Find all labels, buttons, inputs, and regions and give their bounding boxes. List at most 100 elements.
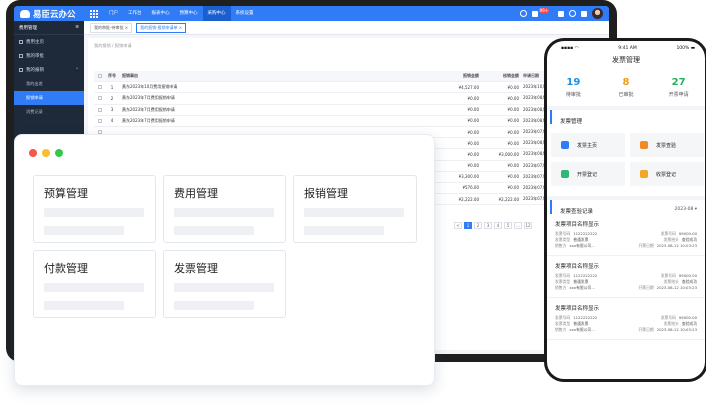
tab-approvals[interactable]: 我的审批-待审批 × — [90, 22, 133, 33]
page-button[interactable]: 3 — [484, 222, 492, 229]
module-card-payment[interactable]: 付款管理 — [33, 250, 156, 318]
table-row[interactable]: 2 黄东2023年7月费用报销申请 ¥0.00 ¥0.00 2023年08月... — [94, 93, 559, 105]
placeholder-bar — [44, 283, 144, 292]
placeholder-bar — [174, 301, 254, 310]
nav-workbench[interactable]: 工作台 — [123, 6, 147, 21]
row-amount: ¥0.00 — [467, 107, 479, 113]
search-icon[interactable] — [519, 10, 527, 17]
page-button[interactable]: 1 — [464, 222, 472, 229]
row-written-off: ¥2,222.00 — [498, 196, 519, 202]
action-receive-register[interactable]: 收票登记 — [630, 162, 704, 186]
nav-reports[interactable]: 报表中心 — [147, 6, 175, 21]
row-amount: ¥0.00 — [467, 95, 479, 101]
sidebar-item-approvals[interactable]: 我的审批 — [14, 49, 84, 63]
stat-requests[interactable]: 27 开票申请 — [654, 77, 704, 98]
row-checkbox[interactable] — [94, 85, 106, 90]
table-row[interactable]: 4 黄东2023年7月费用报销申请 ¥0.00 ¥0.00 2023年08月... — [94, 116, 559, 127]
topbar-actions: 99+ — [519, 8, 603, 19]
sidebar-subitem-trips[interactable]: 我的出差 — [14, 77, 84, 91]
action-issue-register[interactable]: 开票登记 — [551, 162, 625, 186]
status-time: 9:41 AM — [618, 45, 637, 51]
row-number: 2 — [110, 95, 114, 101]
row-written-off: ¥0.00 — [507, 174, 519, 180]
mobile-device-frame: ▪▪▪▪ ◠ 9:41 AM 100% ▬ 发票管理 19 待审批 8 已审批 … — [544, 38, 706, 382]
status-bar: ▪▪▪▪ ◠ 9:41 AM 100% ▬ — [547, 41, 705, 51]
card-title: 费用管理 — [174, 187, 218, 200]
row-written-off: ¥0.00 — [507, 84, 519, 90]
record-line: 销售方 xxx有限公司... 开票日期 2023-08-12 10:03:23 — [555, 243, 697, 248]
notification-badge: 99+ — [538, 8, 549, 13]
record-title: 发票项目名称显示 — [555, 306, 600, 312]
action-invoice-home[interactable]: 发票主页 — [551, 133, 625, 157]
sidebar-item-label: 我的报销 — [26, 68, 44, 73]
placeholder-bar — [174, 226, 254, 235]
row-checkbox[interactable] — [94, 107, 106, 112]
invoice-record[interactable]: 发票项目名称显示 发票号码 1122222222 发票号码 ¥9000.00 发票类型 普通… — [547, 214, 705, 256]
sidebar-subitem-apply[interactable]: 报销申请 — [14, 91, 84, 105]
module-card-invoice[interactable]: 发票管理 — [163, 250, 286, 318]
row-written-off: ¥0.00 — [507, 129, 519, 135]
page-button[interactable]: ... — [514, 222, 522, 229]
message-icon[interactable] — [581, 10, 587, 17]
table-row[interactable]: 1 黄东2023年10月费用报销申请 ¥4,527.00 ¥0.00 2023年10月2… — [94, 82, 559, 94]
page-button[interactable]: < — [454, 222, 462, 229]
action-invoice-verify[interactable]: 发票查验 — [630, 133, 704, 157]
period-select[interactable]: 2023-08 ▾ — [675, 207, 698, 214]
nav-purchase[interactable]: 采购中心 — [202, 6, 231, 21]
bell-icon[interactable] — [531, 10, 538, 17]
user-avatar[interactable] — [592, 8, 603, 19]
row-written-off: ¥0.00 — [507, 95, 519, 101]
page-button[interactable]: 5 — [504, 222, 512, 229]
module-card-budget[interactable]: 预算管理 — [33, 175, 156, 243]
minimize-dot[interactable] — [42, 149, 50, 157]
mail-icon[interactable] — [558, 10, 564, 17]
row-written-off: ¥0.00 — [507, 185, 519, 191]
nav-budget[interactable]: 预算中心 — [175, 6, 203, 21]
action-label: 开票登记 — [577, 171, 598, 178]
section-title: 发票查验记录 — [560, 209, 594, 215]
nav-settings[interactable]: 系统设置 — [231, 6, 259, 21]
collapse-icon[interactable]: ≡ — [75, 25, 79, 30]
battery-text: 100% — [676, 45, 690, 51]
sidebar-title: 费用管理 — [19, 25, 37, 31]
page-button[interactable]: 12 — [524, 222, 532, 229]
invoice-record[interactable]: 发票项目名称显示 发票号码 1122222222 发票号码 ¥9000.00 发票类型 普通… — [547, 298, 705, 340]
help-icon[interactable] — [569, 10, 576, 17]
maximize-dot[interactable] — [55, 149, 63, 157]
page-button[interactable]: 4 — [494, 222, 502, 229]
table-row[interactable]: 3 黄东2023年7月费用报销申请 ¥0.00 ¥0.00 2023年08月... — [94, 105, 559, 116]
battery-indicator: 100% ▬ — [676, 45, 695, 51]
stat-label: 开票申请 — [668, 92, 689, 98]
sidebar-item-home[interactable]: 费用主页 — [14, 35, 84, 49]
module-panel: 预算管理 费用管理 报销管理 付款管理 发票管理 — [14, 134, 435, 386]
tab-label: 我的报销-报销申请单 — [140, 24, 178, 30]
record-line: 销售方 xxx有限公司... 开票日期 2023-08-12 10:03:23 — [555, 327, 697, 332]
register-icon — [561, 170, 569, 178]
tab-reimbursement-form[interactable]: 我的报销-报销申请单 × — [136, 22, 187, 33]
row-checkbox[interactable] — [94, 96, 106, 101]
stat-value: 27 — [671, 77, 686, 88]
select-all-checkbox[interactable] — [94, 74, 106, 79]
receive-icon — [640, 170, 648, 178]
stat-pending[interactable]: 19 待审批 — [548, 77, 598, 98]
module-card-expense[interactable]: 费用管理 — [163, 175, 286, 243]
section-title: 发票管理 — [560, 119, 583, 125]
sidebar-item-reimbursement[interactable]: 我的报销 ⌃ — [14, 63, 84, 77]
column-header[interactable]: 报销事由 — [118, 73, 273, 79]
page-button[interactable]: 2 — [474, 222, 482, 229]
module-card-reimbursement[interactable]: 报销管理 — [293, 175, 417, 243]
sidebar-subitem-records[interactable]: 消费记录 — [14, 105, 84, 119]
close-dot[interactable] — [29, 149, 37, 157]
row-checkbox[interactable] — [94, 118, 106, 123]
mobile-screen: ▪▪▪▪ ◠ 9:41 AM 100% ▬ 发票管理 19 待审批 8 已审批 … — [547, 41, 705, 379]
stat-approved[interactable]: 8 已审批 — [601, 77, 651, 98]
nav-portal[interactable]: 门户 — [104, 6, 123, 21]
stat-value: 19 — [566, 77, 581, 88]
app-logo[interactable]: 易臣云办公 — [14, 8, 84, 20]
row-amount: ¥4,527.00 — [458, 84, 479, 90]
approval-icon — [19, 54, 23, 58]
apps-grid-icon[interactable] — [90, 9, 98, 18]
invoice-record[interactable]: 发票项目名称显示 发票号码 1122222222 发票号码 ¥9000.00 发票类型 普通… — [547, 256, 705, 298]
row-written-off: ¥0.00 — [507, 163, 519, 169]
column-header: 核销金额 — [503, 73, 519, 79]
